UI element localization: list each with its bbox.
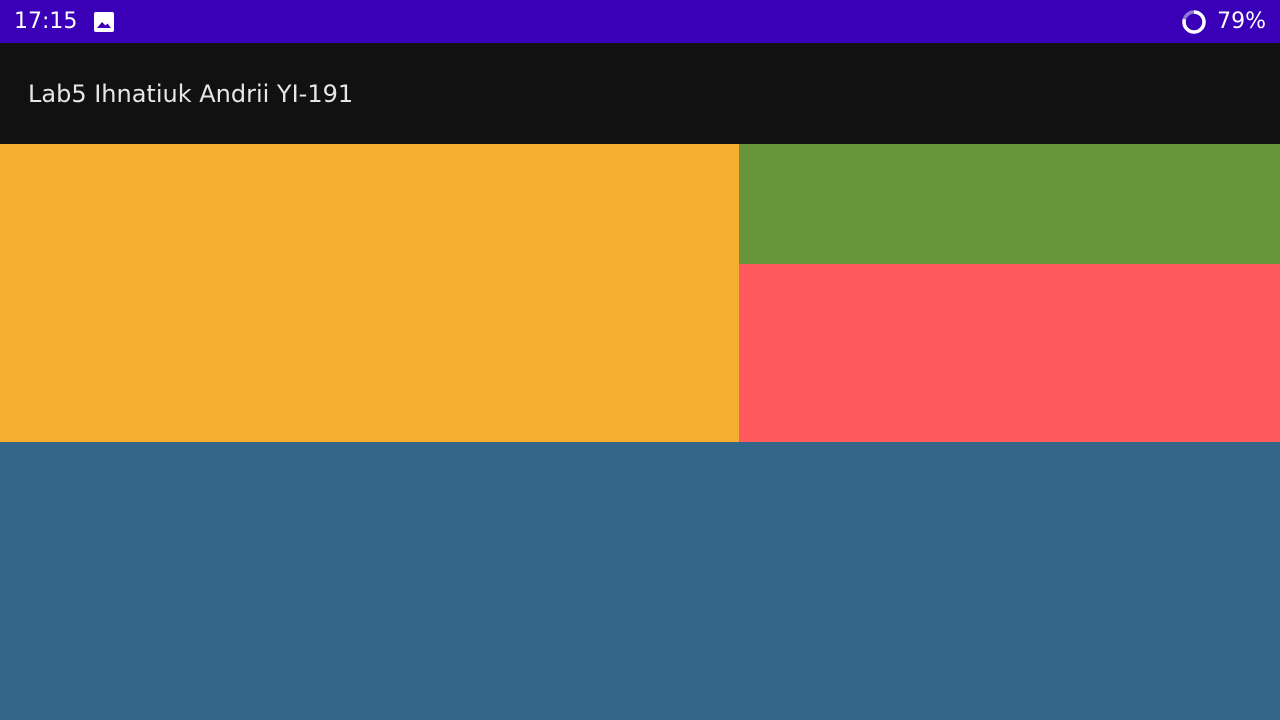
image-icon — [93, 11, 115, 33]
orange-block — [0, 144, 739, 442]
blue-block — [0, 442, 1280, 720]
battery-percentage: 79% — [1217, 9, 1266, 34]
status-left: 17:15 — [14, 9, 115, 34]
status-bar: 17:15 79% — [0, 0, 1280, 43]
content-area — [0, 144, 1280, 720]
green-block — [739, 144, 1280, 264]
app-bar: Lab5 Ihnatiuk Andrii YI-191 — [0, 43, 1280, 144]
status-time: 17:15 — [14, 9, 78, 34]
status-right: 79% — [1181, 9, 1266, 35]
battery-ring-icon — [1181, 9, 1207, 35]
app-title: Lab5 Ihnatiuk Andrii YI-191 — [28, 79, 354, 108]
red-block — [739, 264, 1280, 442]
